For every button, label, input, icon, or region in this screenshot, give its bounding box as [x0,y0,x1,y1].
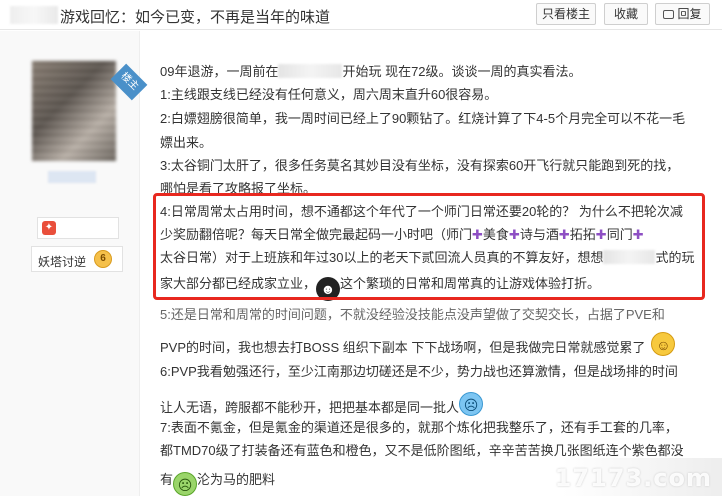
post-text: 有 [160,472,174,487]
rank-level-badge: 6 [94,250,112,268]
plus-icon: ✚ [558,227,570,242]
thread-title: 游戏回忆：如今已变，不再是当年的味道 [60,9,331,26]
post-text: 少奖励翻倍呢？每天日常全做完最起码一小时吧（师门 [160,227,473,242]
post-text: 家大部分都已经成家立业， [160,276,317,291]
post-line: 5:还是日常和周常的时间问题，不就没经验没技能点没声望做了交契交长，占据了PVE… [160,307,665,322]
post-text: 诗与酒 [519,227,559,242]
post-text: 同门 [606,227,633,242]
smile-emoji-icon: ☺ [651,332,676,356]
post-line: 有 ☹ 沦为马的肥料 [160,469,275,496]
post-text: 美食 [482,227,509,242]
favorite-button[interactable]: 收藏 [604,3,648,25]
post-line: 嫖出来。 [160,135,213,150]
post-text: 太谷日常）对于上班族和年过30以上的老天下贰回流人员真的不算友好，想想 [160,250,604,265]
post-line: PVP的时间，我也想去打BOSS 组织下副本 下下战场啊，但是我做完日常就感觉累… [160,332,676,356]
post-line: 1:主线跟支线已经没有任何意义，周六周末直升60很容易。 [160,87,498,102]
post-line: 太谷日常）对于上班族和年过30以上的老天下贰回流人员真的不算友好，想想 式的玩 [160,247,694,266]
rank-label: 妖塔讨逆 [38,255,87,269]
post-text: 这个繁琐的日常和周常真的让游戏体验打折。 [340,276,601,291]
medal-box: ✦ [37,217,119,239]
post-line: 都TMD70级了打装备还有蓝色和橙色，又不是低阶图纸，辛辛苦苦换几张图纸连个紫色… [160,443,684,458]
post-text: 式的玩 [655,250,695,265]
post-line: 2:白嫖翅膀很简单，我一周时间已经上了90颗钻了。红烧计算了下4-5个月完全可以… [160,111,686,126]
post-line: 让人无语，跨服都不能秒开，把把基本都是同一批人 ☹ [160,392,484,416]
post-line: 09年退游，一周前在 开始玩 现在72级。谈谈一周的真实看法。 [160,61,582,80]
author-ribbon: 楼主 [110,63,148,101]
plus-icon: ✚ [632,227,644,242]
gamepad-medal-icon: ✦ [42,221,56,235]
reply-icon [663,10,675,19]
thread-header: 游戏回忆：如今已变，不再是当年的味道 只看楼主 收藏 回复 [0,0,722,30]
post-line: 哪怕是看了攻略报了坐标。 [160,181,317,196]
avatar[interactable] [32,61,116,161]
sweat-emoji-icon: ☹ [459,392,484,416]
game-name-redacted [603,250,656,264]
post-text: 让人无语，跨服都不能秒开，把把基本都是同一批人 [160,400,460,415]
post-text: 开始玩 现在72级。谈谈一周的真实看法。 [342,64,582,79]
post-line: 6:PVP我看勉强还行，至少江南那边切磋还是不少，势力战也还算激情，但是战场排的… [160,364,678,379]
only-author-button[interactable]: 只看楼主 [536,3,596,25]
post-text: 09年退游，一周前在 [160,64,279,79]
reply-button-label: 回复 [677,7,702,21]
grimace-emoji-icon: ☻ [316,277,341,301]
post-text: 拓拓 [569,227,596,242]
plus-icon: ✚ [508,227,520,242]
plus-icon: ✚ [595,227,607,242]
username-redacted[interactable] [48,171,96,183]
post-text: PVP的时间，我也想去打BOSS 组织下副本 下下战场啊，但是我做完日常就感觉累… [160,340,646,355]
sick-emoji-icon: ☹ [173,472,198,496]
author-sidebar: 楼主 ✦ 妖塔讨逆 6 [0,31,148,496]
plus-icon: ✚ [472,227,483,242]
post-text: 沦为马的肥料 [197,472,276,487]
post-line: 3:太谷铜门太肝了，很多任务莫名其妙目没有坐标，没有探索60开飞行就只能跑到死的… [160,158,680,173]
reply-button[interactable]: 回复 [655,3,710,25]
post-line: 7:表面不氪金，但是氪金的渠道还是很多的，就那个炼化把我整乐了，还有手工套的几率… [160,420,678,435]
watermark-logo: 17173.com [554,464,712,492]
post-line: 4:日常周常太占用时间，想不通都这个年代了一个师门日常还要20轮的？ 为什么不把… [160,204,683,219]
title-redacted-blur [10,6,58,24]
post-line: 少奖励翻倍呢？每天日常全做完最起码一小时吧（师门✚美食✚诗与酒✚拓拓✚同门✚ [160,224,644,243]
rank-box: 妖塔讨逆 6 [31,246,123,272]
post-line: 家大部分都已经成家立业， ☻ 这个繁琐的日常和周常真的让游戏体验打折。 [160,273,600,301]
server-name-redacted [278,64,343,78]
